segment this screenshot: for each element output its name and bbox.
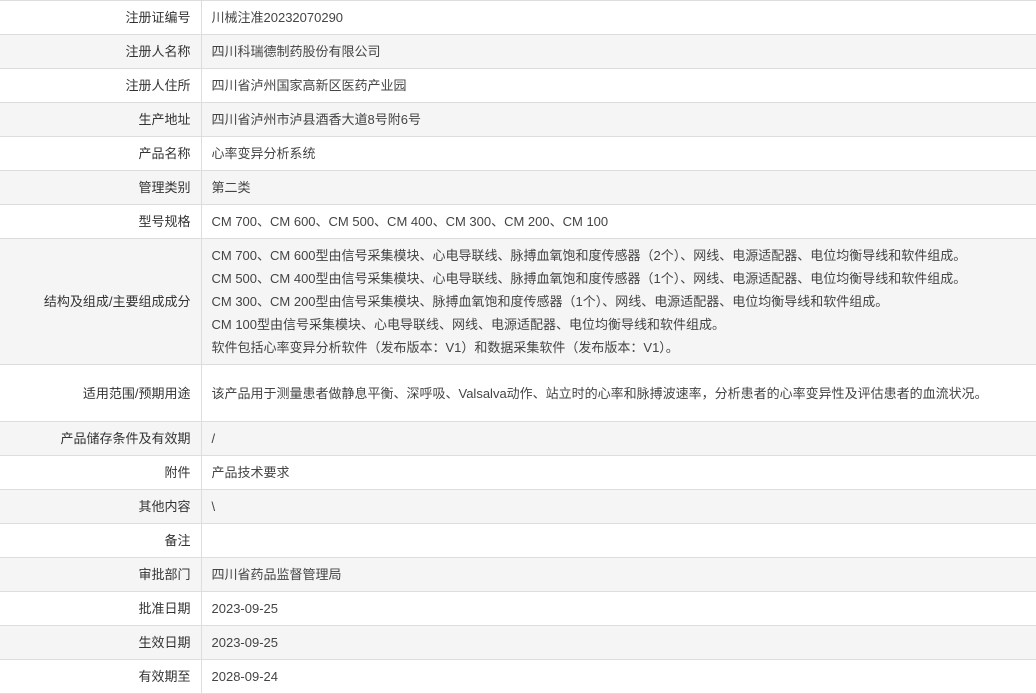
table-row: 附件 产品技术要求 xyxy=(0,455,1036,490)
table-row: 有效期至 2028-09-24 xyxy=(0,659,1036,694)
registration-no-value: 川械注准20232070290 xyxy=(211,10,344,25)
management-class-value: 第二类 xyxy=(211,180,251,195)
table-row: 注册证编号 川械注准20232070290 xyxy=(0,0,1036,35)
table-row: 型号规格 CM 700、CM 600、CM 500、CM 400、CM 300、… xyxy=(0,204,1036,239)
attachment-label: 附件 xyxy=(0,455,202,490)
table-row: 注册人名称 四川科瑞德制药股份有限公司 xyxy=(0,34,1036,69)
table-row: 产品储存条件及有效期 / xyxy=(0,421,1036,456)
table-row: 生产地址 四川省泸州市泸县酒香大道8号附6号 xyxy=(0,102,1036,137)
intended-use-value: 该产品用于测量患者做静息平衡、深呼吸、Valsalva动作、站立时的心率和脉搏波… xyxy=(211,385,988,401)
model-spec-value: CM 700、CM 600、CM 500、CM 400、CM 300、CM 20… xyxy=(211,214,609,229)
intended-use-label: 适用范围/预期用途 xyxy=(0,364,202,422)
table-row: 注册人住所 四川省泸州国家高新区医药产业园 xyxy=(0,68,1036,103)
table-row: 产品名称 心率变异分析系统 xyxy=(0,136,1036,171)
product-name-label: 产品名称 xyxy=(0,136,202,171)
structure-line: CM 100型由信号采集模块、心电导联线、网线、电源适配器、电位均衡导线和软件组… xyxy=(211,317,726,332)
structure-line: CM 300、CM 200型由信号采集模块、脉搏血氧饱和度传感器（1个）、网线、… xyxy=(211,294,889,309)
production-address-value: 四川省泸州市泸县酒香大道8号附6号 xyxy=(211,112,421,127)
model-spec-label: 型号规格 xyxy=(0,204,202,239)
remarks-label: 备注 xyxy=(0,523,202,558)
structure-label: 结构及组成/主要组成成分 xyxy=(0,238,202,365)
storage-label: 产品储存条件及有效期 xyxy=(0,421,202,456)
storage-value: / xyxy=(211,431,216,446)
table-row: 结构及组成/主要组成成分 CM 700、CM 600型由信号采集模块、心电导联线… xyxy=(0,238,1036,365)
structure-line: 软件包括心率变异分析软件（发布版本：V1）和数据采集软件（发布版本：V1）。 xyxy=(211,340,679,355)
remarks-value xyxy=(201,524,1036,558)
table-row: 生效日期 2023-09-25 xyxy=(0,625,1036,660)
production-address-label: 生产地址 xyxy=(0,102,202,137)
other-label: 其他内容 xyxy=(0,489,202,524)
approval-dept-label: 审批部门 xyxy=(0,557,202,592)
management-class-label: 管理类别 xyxy=(0,170,202,205)
registrant-name-value: 四川科瑞德制药股份有限公司 xyxy=(211,44,381,59)
table-row: 审批部门 四川省药品监督管理局 xyxy=(0,557,1036,592)
table-row: 备注 xyxy=(0,523,1036,558)
valid-until-value: 2028-09-24 xyxy=(211,669,279,684)
registrant-name-label: 注册人名称 xyxy=(0,34,202,69)
effective-date-value: 2023-09-25 xyxy=(211,635,279,650)
product-name-value: 心率变异分析系统 xyxy=(211,146,316,161)
registration-detail-table: 注册证编号 川械注准20232070290 注册人名称 四川科瑞德制药股份有限公… xyxy=(0,0,1036,694)
approval-date-label: 批准日期 xyxy=(0,591,202,626)
effective-date-label: 生效日期 xyxy=(0,625,202,660)
other-value: \ xyxy=(211,499,216,514)
approval-dept-value: 四川省药品监督管理局 xyxy=(211,567,342,582)
table-row: 适用范围/预期用途 该产品用于测量患者做静息平衡、深呼吸、Valsalva动作、… xyxy=(0,364,1036,422)
structure-value: CM 700、CM 600型由信号采集模块、心电导联线、脉搏血氧饱和度传感器（2… xyxy=(201,239,1036,365)
table-row: 其他内容 \ xyxy=(0,489,1036,524)
registrant-address-label: 注册人住所 xyxy=(0,68,202,103)
registration-no-label: 注册证编号 xyxy=(0,0,202,35)
valid-until-label: 有效期至 xyxy=(0,659,202,694)
table-row: 管理类别 第二类 xyxy=(0,170,1036,205)
attachment-value: 产品技术要求 xyxy=(211,465,290,480)
approval-date-value: 2023-09-25 xyxy=(211,601,279,616)
structure-line: CM 700、CM 600型由信号采集模块、心电导联线、脉搏血氧饱和度传感器（2… xyxy=(211,248,967,263)
structure-line: CM 500、CM 400型由信号采集模块、心电导联线、脉搏血氧饱和度传感器（1… xyxy=(211,271,967,286)
registrant-address-value: 四川省泸州国家高新区医药产业园 xyxy=(211,78,407,93)
table-row: 批准日期 2023-09-25 xyxy=(0,591,1036,626)
